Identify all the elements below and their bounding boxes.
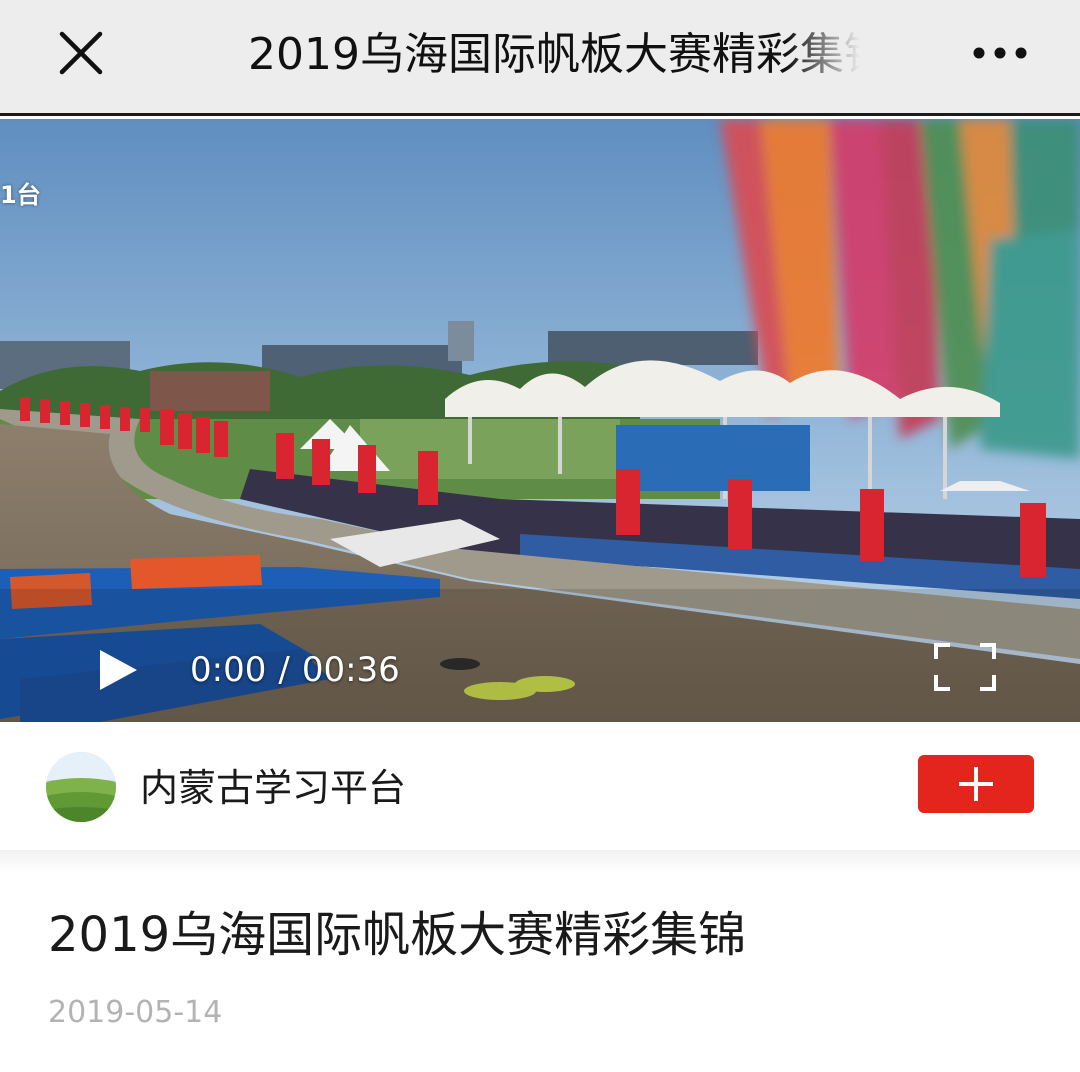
account-name[interactable]: 内蒙古学习平台 (140, 760, 406, 816)
fullscreen-button[interactable] (932, 641, 998, 693)
top-navigation-bar: 2019乌海国际帆板大赛精彩集锦 (0, 0, 1080, 116)
fullscreen-icon (934, 643, 996, 691)
more-options-button[interactable] (968, 32, 1032, 74)
more-horizontal-icon (973, 47, 1027, 59)
follow-button[interactable] (918, 755, 1034, 813)
time-separator: / (278, 650, 290, 690)
page-title: 2019乌海国际帆板大赛精彩集锦 (248, 29, 860, 80)
play-button[interactable] (96, 647, 140, 693)
article-date: 2019-05-14 (48, 995, 223, 1030)
video-frame (0, 119, 1080, 722)
article-header: 2019乌海国际帆板大赛精彩集锦 2019-05-14 (0, 850, 1080, 1072)
avatar[interactable] (46, 752, 116, 822)
video-player[interactable]: 1台 0:00 / 00:36 (0, 119, 1080, 722)
video-time-display: 0:00 / 00:36 (190, 647, 400, 693)
avatar-image (46, 752, 116, 822)
channel-watermark: 1台 (0, 181, 41, 209)
video-duration: 00:36 (301, 650, 400, 690)
close-icon (59, 31, 103, 75)
account-row: 内蒙古学习平台 (0, 722, 1080, 850)
close-button[interactable] (52, 24, 110, 82)
current-time: 0:00 (190, 650, 267, 690)
play-icon (100, 650, 137, 690)
article-title: 2019乌海国际帆板大赛精彩集锦 (48, 907, 747, 963)
plus-icon (959, 767, 993, 801)
